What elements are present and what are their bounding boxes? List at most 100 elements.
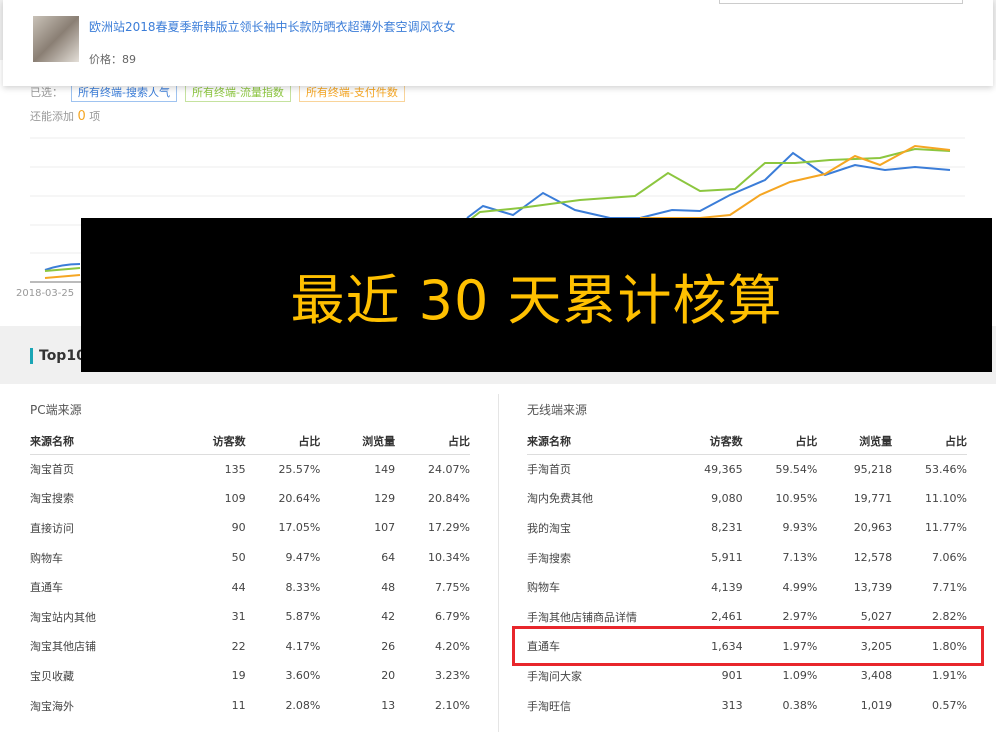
source-name: 我的淘宝: [527, 521, 571, 535]
cell-value: 31: [231, 610, 246, 624]
table-row[interactable]: 淘内免费其他 9,080 10.95% 19,771 11.10%: [527, 484, 967, 514]
cell-value: 9,080: [711, 491, 743, 505]
pc-table: 来源名称 访客数 占比 浏览量 占比 淘宝首页 135 25.57% 149 24.07% 淘宝搜索…: [30, 428, 470, 720]
search-input[interactable]: [719, 0, 963, 4]
column-header: 占比: [395, 428, 470, 455]
highlight-box: [512, 626, 984, 666]
cell-value: 109: [224, 491, 246, 505]
table-row[interactable]: 购物车 50 9.47% 64 10.34%: [30, 543, 470, 573]
column-header: 浏览量: [320, 428, 396, 455]
table-row[interactable]: 购物车 4,139 4.99% 13,739 7.71%: [527, 572, 967, 602]
table-row[interactable]: 手淘首页 49,365 59.54% 95,218 53.46%: [527, 454, 967, 484]
cell-value: 10.34%: [428, 551, 470, 565]
product-price: 价格：89: [89, 53, 136, 66]
product-card: 欧洲站2018春夏季新韩版立领长袖中长款防晒衣超薄外套空调风衣女 价格：89: [3, 0, 993, 86]
cell-value: 7.13%: [782, 551, 818, 565]
cell-value: 7.75%: [435, 580, 470, 594]
cell-value: 6.79%: [435, 610, 470, 624]
cell-value: 0.57%: [932, 699, 967, 713]
table-row[interactable]: 宝贝收藏 19 3.60% 20 3.23%: [30, 661, 470, 691]
source-name: 淘宝搜索: [30, 492, 74, 506]
cell-value: 25.57%: [278, 462, 321, 476]
cell-value: 7.71%: [932, 580, 967, 594]
source-name: 购物车: [30, 551, 63, 565]
product-thumbnail[interactable]: [33, 16, 79, 62]
column-header: 访客数: [170, 428, 246, 455]
column-header: 浏览量: [817, 428, 893, 455]
product-title-link[interactable]: 欧洲站2018春夏季新韩版立领长袖中长款防晒衣超薄外套空调风衣女: [89, 18, 456, 35]
cell-value: 19,771: [853, 491, 893, 505]
cell-value: 129: [374, 491, 396, 505]
cell-value: 48: [381, 580, 396, 594]
cell-value: 49,365: [704, 462, 743, 476]
column-header: 来源名称: [527, 428, 668, 455]
source-name: 手淘首页: [527, 463, 571, 477]
column-header: 占比: [742, 428, 818, 455]
cell-value: 42: [381, 610, 396, 624]
cell-value: 20.84%: [428, 491, 470, 505]
source-name: 淘宝其他店铺: [30, 640, 96, 654]
cell-value: 4.20%: [435, 639, 470, 653]
cell-value: 20: [381, 669, 396, 683]
cell-value: 17.05%: [278, 521, 321, 535]
source-name: 直通车: [30, 581, 63, 595]
traffic-sources: PC端来源 来源名称 访客数 占比 浏览量 占比 淘宝首页 135 25.57% 149 24.0…: [0, 384, 996, 732]
table-row[interactable]: 我的淘宝 8,231 9.93% 20,963 11.77%: [527, 513, 967, 543]
cell-value: 11.10%: [925, 491, 967, 505]
cell-value: 13,739: [853, 580, 893, 594]
source-name: 淘宝首页: [30, 463, 74, 477]
column-header: 来源名称: [30, 428, 171, 455]
cell-value: 26: [381, 639, 396, 653]
column-header: 访客数: [667, 428, 743, 455]
cell-value: 50: [231, 551, 246, 565]
table-row[interactable]: 淘宝其他店铺 22 4.17% 26 4.20%: [30, 632, 470, 662]
cell-value: 10.95%: [775, 491, 818, 505]
table-row[interactable]: 淘宝海外 11 2.08% 13 2.10%: [30, 691, 470, 721]
mobile-table: 来源名称 访客数 占比 浏览量 占比 手淘首页 49,365 59.54% 95,218 53.4…: [527, 428, 967, 720]
cell-value: 135: [224, 462, 246, 476]
cell-value: 4.99%: [782, 580, 818, 594]
pc-title: PC端来源: [30, 403, 82, 417]
cell-value: 1,019: [860, 699, 893, 713]
cell-value: 9.93%: [782, 521, 818, 535]
cell-value: 13: [381, 699, 396, 713]
source-name: 购物车: [527, 581, 560, 595]
source-name: 淘宝海外: [30, 699, 74, 713]
cell-value: 22: [231, 639, 246, 653]
cell-value: 90: [231, 521, 246, 535]
source-name: 淘宝站内其他: [30, 610, 96, 624]
source-name: 淘内免费其他: [527, 492, 593, 506]
column-header: 占比: [892, 428, 967, 455]
cell-value: 19: [231, 669, 246, 683]
table-row[interactable]: 直通车 44 8.33% 48 7.75%: [30, 572, 470, 602]
cell-value: 8,231: [711, 521, 743, 535]
table-row[interactable]: 直接访问 90 17.05% 107 17.29%: [30, 513, 470, 543]
cell-value: 44: [231, 580, 246, 594]
cell-value: 12,578: [853, 551, 893, 565]
cell-value: 95,218: [853, 462, 893, 476]
cell-value: 8.33%: [285, 580, 321, 594]
cell-value: 107: [374, 521, 396, 535]
cell-value: 5.87%: [285, 610, 321, 624]
divider: [498, 394, 499, 732]
table-row[interactable]: 淘宝搜索 109 20.64% 129 20.84%: [30, 484, 470, 514]
cell-value: 2.08%: [285, 699, 321, 713]
cell-value: 3.23%: [435, 669, 470, 683]
table-row[interactable]: 淘宝站内其他 31 5.87% 42 6.79%: [30, 602, 470, 632]
table-row[interactable]: 淘宝首页 135 25.57% 149 24.07%: [30, 454, 470, 484]
cell-value: 7.06%: [932, 551, 967, 565]
mobile-title: 无线端来源: [527, 403, 588, 417]
cell-value: 53.46%: [925, 462, 967, 476]
table-row[interactable]: 手淘搜索 5,911 7.13% 12,578 7.06%: [527, 543, 967, 573]
cell-value: 4,139: [711, 580, 743, 594]
cell-value: 24.07%: [428, 462, 470, 476]
cell-value: 64: [381, 551, 396, 565]
cell-value: 9.47%: [285, 551, 321, 565]
cell-value: 59.54%: [775, 462, 818, 476]
cell-value: 2.10%: [435, 699, 470, 713]
source-name: 宝贝收藏: [30, 669, 74, 683]
cell-value: 0.38%: [782, 699, 818, 713]
table-row[interactable]: 手淘旺信 313 0.38% 1,019 0.57%: [527, 691, 967, 721]
overlay-caption: 最近 30 天累计核算: [81, 218, 992, 372]
column-header: 占比: [245, 428, 321, 455]
